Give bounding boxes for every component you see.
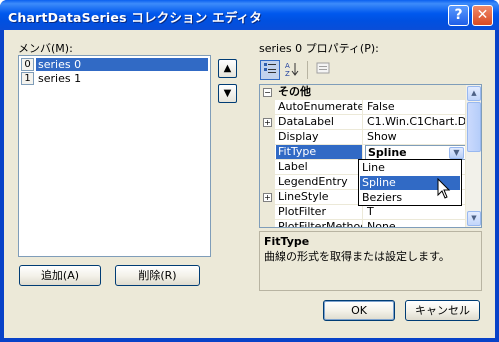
ok-button[interactable]: OK (323, 300, 395, 321)
property-pages-icon[interactable] (313, 60, 333, 80)
svg-text:Z: Z (285, 70, 290, 77)
move-down-button[interactable]: ▼ (218, 84, 237, 103)
scrollbar-thumb[interactable] (467, 102, 481, 152)
property-grid[interactable]: − その他 AutoEnumerate False + DataLabel C1… (259, 84, 482, 228)
add-button[interactable]: 追加(A) (19, 265, 101, 286)
description-panel: FitType 曲線の形式を取得または設定します。 (259, 231, 482, 291)
property-name: FitType (276, 145, 363, 159)
property-row-autoenumerate[interactable]: AutoEnumerate False (260, 100, 466, 115)
description-title: FitType (264, 235, 310, 248)
row-gutter (260, 130, 275, 145)
category-label: その他 (278, 85, 311, 98)
property-value: Spline (368, 146, 407, 159)
close-button[interactable]: ✕ (472, 5, 493, 26)
expand-icon[interactable]: + (263, 118, 272, 127)
toolbar-separator (307, 61, 308, 79)
dialog-window: ChartDataSeries コレクション エディタ ? ✕ メンバ(M): … (0, 0, 499, 342)
property-name: PlotFilterMethod (276, 220, 363, 227)
property-toolbar: AZ (259, 58, 482, 82)
list-item-index: 0 (21, 58, 34, 71)
category-row[interactable]: − その他 (260, 85, 466, 100)
property-row-display[interactable]: Display Show (260, 130, 466, 145)
members-list[interactable]: 0 series 0 1 series 1 (18, 55, 211, 257)
properties-label: series 0 プロパティ(P): (259, 42, 379, 55)
property-row-fittype[interactable]: FitType Spline ▼ (260, 145, 466, 160)
row-gutter (260, 160, 275, 175)
row-gutter (260, 145, 275, 160)
row-gutter (260, 205, 275, 220)
dropdown-arrow-icon[interactable]: ▼ (449, 147, 464, 159)
list-item[interactable]: 0 series 0 (21, 58, 208, 71)
help-button[interactable]: ? (448, 5, 469, 26)
property-row-plotfiltermethod[interactable]: PlotFilterMethod None (260, 220, 466, 227)
scroll-up-icon[interactable]: ▲ (467, 86, 481, 101)
list-item-label: series 0 (36, 58, 208, 71)
window-title: ChartDataSeries コレクション エディタ (8, 10, 262, 25)
property-row-datalabel[interactable]: + DataLabel C1.Win.C1Chart.Dat (260, 115, 466, 130)
move-up-button[interactable]: ▲ (218, 59, 237, 78)
property-value-editor[interactable]: Spline ▼ (365, 145, 466, 160)
title-bar[interactable]: ChartDataSeries コレクション エディタ ? ✕ (0, 0, 499, 30)
dialog-client: メンバ(M): 0 series 0 1 series 1 ▲ ▼ 追加(A) … (4, 30, 495, 338)
property-value[interactable]: None (365, 220, 466, 227)
property-value[interactable]: Show (365, 130, 466, 144)
alphabetical-icon[interactable]: AZ (282, 60, 302, 80)
categorized-icon[interactable] (260, 60, 280, 80)
row-gutter (260, 100, 275, 115)
property-name: Display (276, 130, 363, 144)
property-value[interactable]: False (365, 100, 466, 114)
list-item-label: series 1 (38, 72, 82, 85)
property-value[interactable]: C1.Win.C1Chart.Dat (365, 115, 466, 129)
svg-text:A: A (285, 62, 290, 70)
scroll-down-icon[interactable]: ▼ (467, 211, 481, 226)
cancel-button[interactable]: キャンセル (405, 300, 480, 321)
property-name: LegendEntry (276, 175, 363, 189)
property-name: AutoEnumerate (278, 100, 363, 114)
property-value[interactable]: T (365, 205, 466, 219)
row-gutter (260, 220, 275, 227)
collapse-icon[interactable]: − (263, 88, 272, 97)
remove-button[interactable]: 削除(R) (115, 265, 200, 286)
list-item[interactable]: 1 series 1 (21, 72, 208, 85)
property-name: LineStyle (276, 190, 363, 204)
property-grid-scrollbar[interactable]: ▲ ▼ (465, 85, 481, 227)
property-name: PlotFilter (276, 205, 363, 219)
mouse-cursor-icon (437, 178, 451, 199)
members-label: メンバ(M): (18, 42, 73, 55)
property-name: DataLabel (276, 115, 363, 129)
property-row-plotfilter[interactable]: PlotFilter T (260, 205, 466, 220)
dropdown-option[interactable]: Line (360, 161, 460, 175)
list-item-index: 1 (21, 72, 34, 85)
description-text: 曲線の形式を取得または設定します。 (264, 250, 450, 263)
row-gutter (260, 175, 275, 190)
expand-icon[interactable]: + (263, 193, 272, 202)
property-name: Label (276, 160, 363, 174)
